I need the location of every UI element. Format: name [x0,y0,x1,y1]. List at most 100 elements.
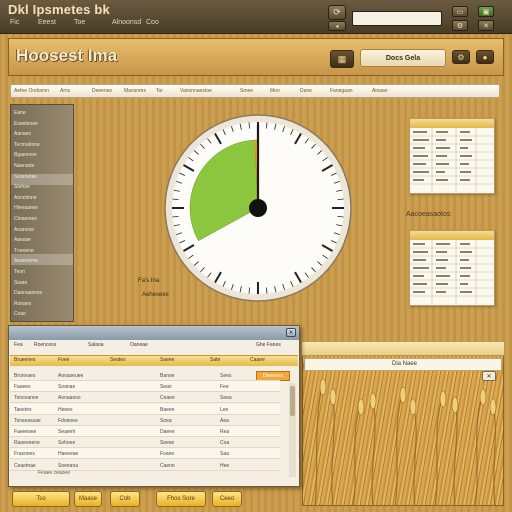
column-header[interactable]: Saeee [160,357,174,363]
toolbar-item[interactable]: Fanegaan [330,88,353,94]
table-row[interactable] [10,448,280,460]
sidebar-item[interactable]: Eane [14,110,26,116]
sidebar-item[interactable]: Ronaes [14,301,31,307]
bottom-button[interactable]: Tso [12,491,70,507]
sidebar-item[interactable]: Coao [14,311,26,317]
table-cell: Fdoenee [58,417,78,424]
table-cell: Sohoee [58,440,76,447]
toolbar-item[interactable]: Aefee Ondoenn [14,88,49,94]
bottom-button[interactable]: Maase [74,491,102,507]
sidebar-item[interactable]: Eseeteone [14,121,38,127]
column-header[interactable]: Brueenes [14,357,35,363]
sidebar-item[interactable]: Aanaes [14,131,31,137]
sidebar-item[interactable]: Aaesae [14,237,31,243]
dialog-close-button[interactable]: ✕ [286,328,296,337]
table-row[interactable] [10,381,280,393]
refresh-button[interactable]: ⟳ [328,5,346,20]
minimize-button[interactable]: ▭ [452,6,468,17]
column-header[interactable]: Foee [58,357,69,363]
dialog-tab[interactable]: Oaneae [130,342,148,348]
table-cell: Saa [220,451,229,458]
table-cell: Faaees [14,384,31,391]
minimize-icon: ▭ [456,8,464,16]
menu-file[interactable]: Fic [10,19,19,26]
dialog-status: Feaee ceaoee [38,470,70,476]
column-header[interactable]: Caaee [250,357,265,363]
sidebar-item[interactable]: Teon [14,269,25,275]
sidebar-item[interactable]: Aoanooe [14,227,34,233]
sidebar-item[interactable]: Bgaeenee [14,152,37,158]
toolbar-item[interactable]: Maosnres [124,88,146,94]
dialog-tab[interactable]: Ghe Fanes [256,342,281,348]
mini-table-bottom[interactable] [409,230,495,306]
toolbar-item[interactable]: Dane [300,88,312,94]
gear-icon: ⚙ [457,52,465,62]
maximize-icon: ▣ [482,8,490,16]
table-cell: Rea [220,429,230,435]
menu-options[interactable]: Alnoonsd [112,19,141,26]
wheat-panel-title: Dia Naee [392,361,418,367]
table-cell: Heees [58,406,73,413]
close-window-button[interactable]: ✕ [478,20,494,31]
dialog-tab[interactable]: Roencess [34,342,56,348]
sidebar-item[interactable]: Hleeaanes [14,205,38,211]
toolbar-item[interactable]: Smee [240,88,253,94]
sidebar-item[interactable]: Naeraole [14,163,34,169]
sidebar-item[interactable]: Daenaaones [14,290,42,296]
toolbar-item[interactable]: Ainaan [372,88,388,94]
header-settings-button[interactable]: ⚙ [452,50,470,64]
table-cell: Caene [160,462,175,469]
table-row[interactable] [10,403,280,415]
toolbar-item[interactable]: Meo [270,88,280,94]
bottom-button[interactable]: Fhos Sore [156,491,206,507]
sidebar-item[interactable]: Ctoaemee [14,216,37,222]
table-row[interactable] [10,460,280,471]
table-cell: Soanae [58,384,76,391]
toolbar-item[interactable]: Tor [156,88,163,94]
bottom-button[interactable]: Ceeo [212,491,242,507]
menu-edit[interactable]: Eeest [38,19,56,26]
sidebar-item[interactable]: Stehae [14,184,30,190]
table-cell: Coa [220,440,230,447]
table-row[interactable] [10,426,280,437]
maximize-button[interactable]: ▣ [478,6,494,17]
table-cell: Aonaseuee [58,373,84,379]
toolbar-item[interactable]: Arnc [60,88,70,94]
sidebar-item[interactable]: Soarnetae [14,174,37,180]
table-cell: Aea [220,417,229,424]
menu-tools[interactable]: Toe [74,19,85,26]
table-row[interactable] [10,415,280,426]
mini-table-top[interactable] [409,118,495,194]
toolbar-item[interactable]: Deeenes [92,88,112,94]
sidebar-item[interactable]: Tecmalrone [14,142,40,148]
gauge-caption: Fa's Ina [138,278,160,284]
dialog-tab[interactable]: Salaoa [88,342,104,348]
gauge-hub [249,199,267,217]
sidebar-item[interactable]: Seare [14,280,27,286]
sidebar-item[interactable]: Asaeeeme [14,258,38,264]
dialog-scrollbar-thumb[interactable] [290,386,295,416]
table-cell: Tonseassae [14,417,41,424]
table-cell: Baeee [160,406,175,413]
dialog-tab[interactable]: Fea [14,342,23,348]
window-option-button[interactable]: ⚙ [452,20,468,31]
table-row[interactable] [10,437,280,449]
table-row[interactable] [10,392,280,404]
bottom-button[interactable]: Cob [110,491,140,507]
header-user-button[interactable]: ● [476,50,494,64]
column-header[interactable]: Seates [110,357,126,363]
table-cell: Fee [220,384,229,391]
back-icon: ◂ [335,23,339,30]
sidebar-item[interactable]: Tneoene [14,248,34,254]
toolbar-item[interactable]: Vanonnaestoe [180,88,212,94]
column-header[interactable]: Sate [210,357,220,363]
search-input[interactable] [352,11,442,26]
history-button[interactable]: ◂ [328,21,346,31]
table-row[interactable] [10,370,280,381]
wheat-panel-close-button[interactable]: ✕ [482,371,496,381]
menu-help[interactable]: Coo [146,19,159,26]
toolbar [10,84,500,98]
sidebar-item[interactable]: Aonctmne [14,195,37,201]
header-grid-button[interactable]: ▦ [330,50,354,68]
header-docs-button[interactable]: Docs Gela [360,49,446,67]
